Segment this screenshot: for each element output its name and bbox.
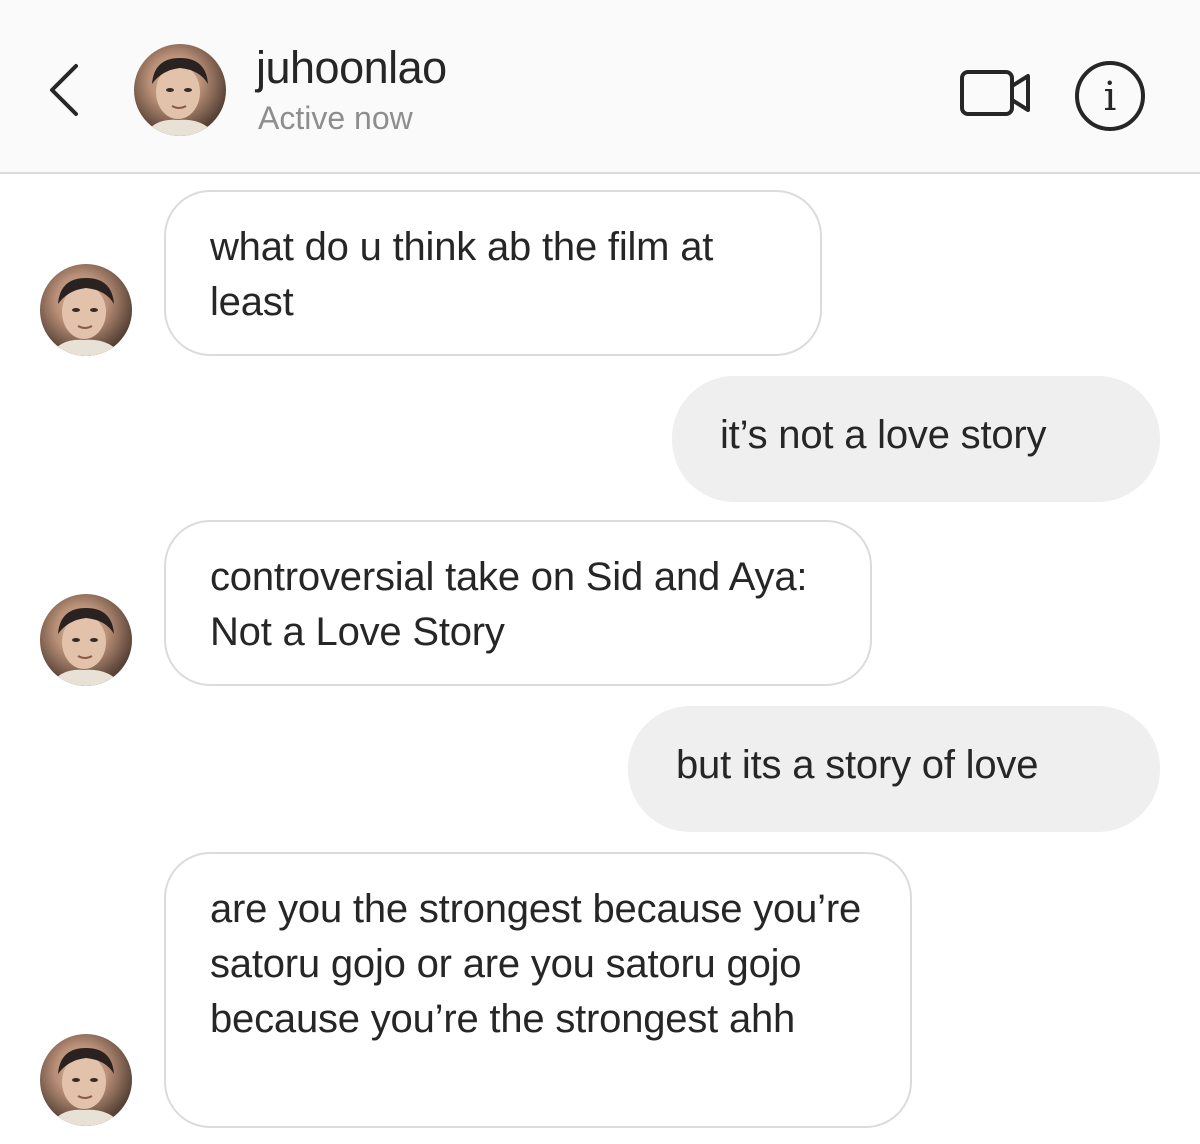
back-button[interactable]	[40, 58, 90, 122]
active-status: Active now	[258, 100, 413, 136]
info-button[interactable]: i	[1072, 58, 1148, 134]
avatar-photo	[50, 278, 122, 356]
message-bubble-outgoing[interactable]: but its a story of love	[628, 706, 1160, 832]
avatar[interactable]	[40, 1034, 132, 1126]
message-bubble-outgoing[interactable]: it’s not a love story	[672, 376, 1160, 502]
avatar-photo	[50, 608, 122, 686]
message-bubble-incoming[interactable]: what do u think ab the film at least	[164, 190, 822, 356]
chevron-left-icon	[50, 64, 78, 116]
avatar[interactable]	[40, 594, 132, 686]
avatar[interactable]	[134, 44, 226, 136]
info-icon: i	[1075, 61, 1145, 131]
avatar-photo	[144, 58, 216, 136]
avatar[interactable]	[40, 264, 132, 356]
message-bubble-incoming[interactable]: are you the strongest because you’re sat…	[164, 852, 912, 1128]
username[interactable]: juhoonlao	[256, 42, 447, 94]
svg-text:i: i	[1104, 74, 1117, 120]
video-camera-icon	[960, 70, 1030, 116]
avatar-photo	[50, 1048, 122, 1126]
message-bubble-incoming[interactable]: controversial take on Sid and Aya: Not a…	[164, 520, 872, 686]
chat-header: juhoonlao Active now i	[0, 0, 1200, 174]
video-call-button[interactable]	[958, 66, 1034, 120]
